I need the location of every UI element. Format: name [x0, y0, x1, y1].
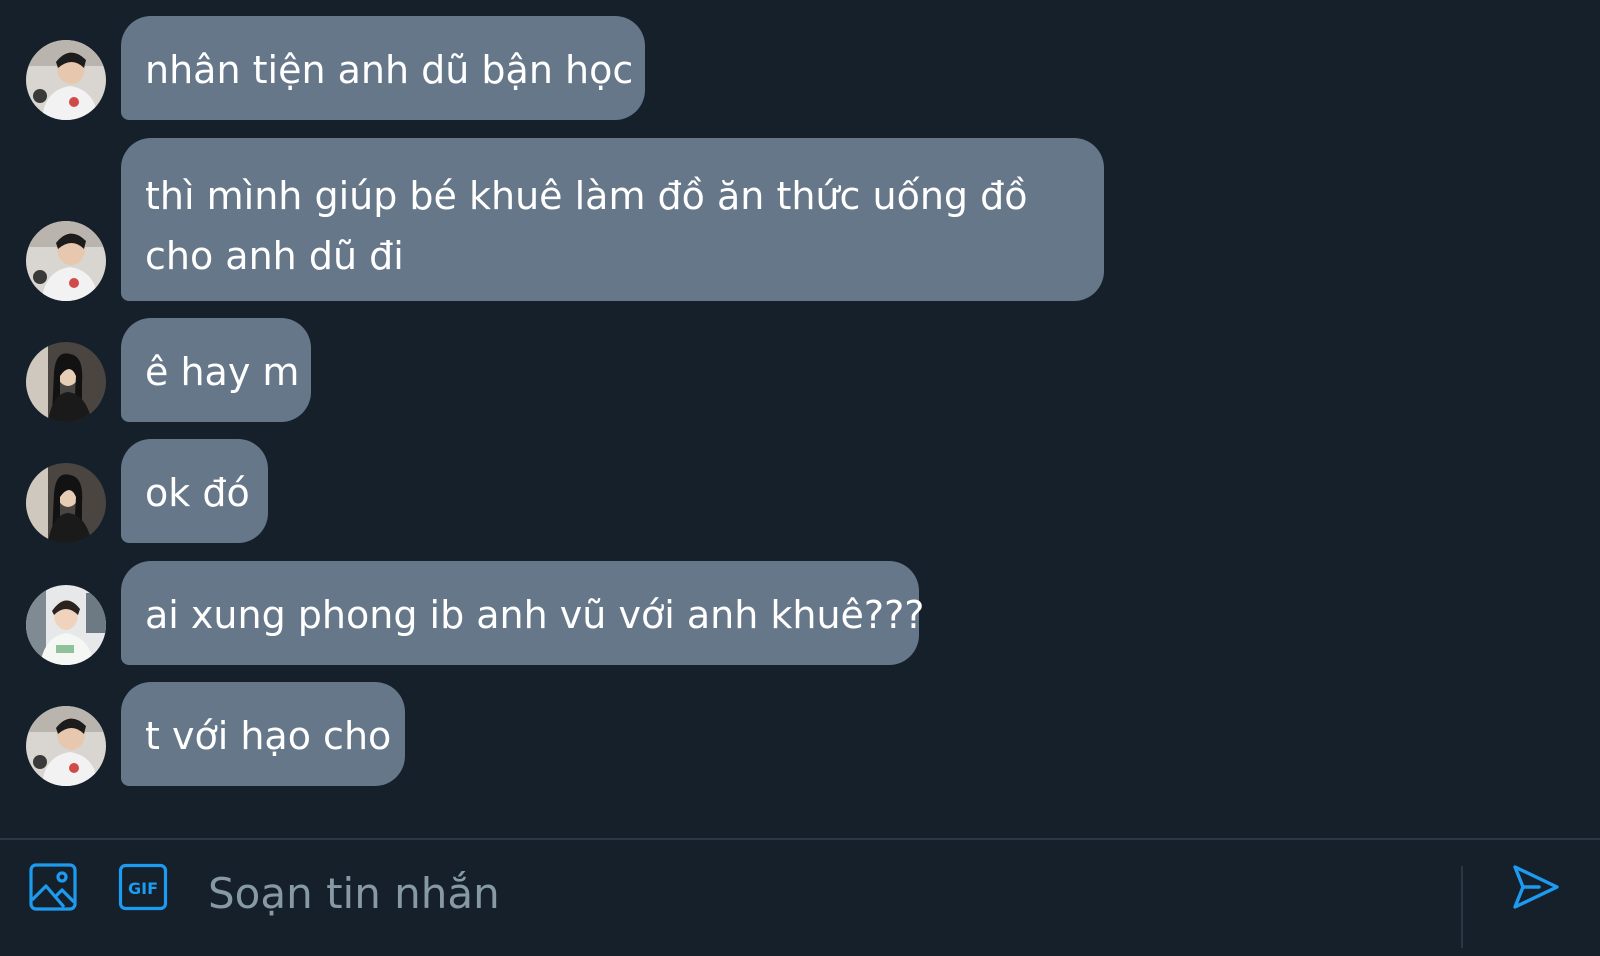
avatar[interactable]	[26, 463, 106, 543]
message-input[interactable]	[208, 858, 1438, 928]
message-bubble[interactable]: t với hạo cho	[121, 682, 405, 786]
message-text: t với hạo cho	[145, 714, 392, 758]
message-text: thì mình giúp bé khuê làm đồ ăn thức uốn…	[145, 174, 1028, 278]
message-text: ai xung phong ib anh vũ với anh khuê???	[145, 593, 925, 637]
send-icon[interactable]	[1511, 862, 1561, 916]
avatar[interactable]	[26, 342, 106, 422]
message-list: nhân tiện anh dũ bận học thì mình giúp b…	[0, 0, 1600, 838]
message-bubble[interactable]: ok đó	[121, 439, 268, 543]
avatar[interactable]	[26, 40, 106, 120]
gif-label: GIF	[128, 879, 158, 898]
message-bubble[interactable]: nhân tiện anh dũ bận học	[121, 16, 645, 120]
message-text: ok đó	[145, 471, 250, 515]
divider	[1461, 866, 1463, 948]
message-bubble[interactable]: thì mình giúp bé khuê làm đồ ăn thức uốn…	[121, 138, 1104, 301]
avatar[interactable]	[26, 706, 106, 786]
message-bubble[interactable]: ai xung phong ib anh vũ với anh khuê???	[121, 561, 924, 665]
message-text: ê hay m	[145, 350, 300, 394]
gif-icon[interactable]: GIF	[118, 863, 168, 915]
message-bubble[interactable]: ê hay m	[121, 318, 311, 422]
message-text: nhân tiện anh dũ bận học	[145, 48, 634, 92]
avatar[interactable]	[26, 585, 106, 665]
message-composer: GIF	[0, 838, 1600, 956]
avatar[interactable]	[26, 221, 106, 301]
image-icon[interactable]	[28, 862, 78, 916]
